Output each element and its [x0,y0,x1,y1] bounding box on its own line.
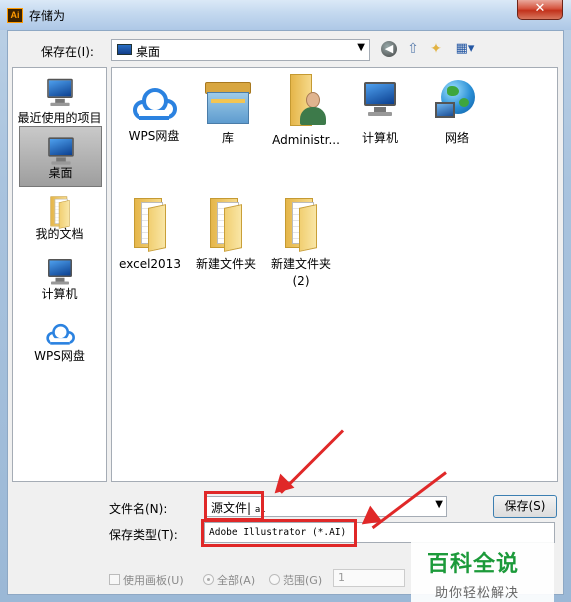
save-button[interactable]: 保存(S) [493,495,557,518]
use-artboards-checkbox[interactable]: 使用画板(U) [109,572,184,588]
computer-icon [45,258,75,285]
place-label: 最近使用的项目 [17,111,102,125]
chevron-down-icon[interactable]: ▼ [435,499,443,510]
place-label: 桌面 [48,166,73,180]
recent-items-icon [44,77,76,106]
file-item-label: 计算机 [361,131,398,145]
file-item-label: 网络 [444,131,469,145]
file-name-label: 文件名(N): [109,502,168,516]
up-folder-icon[interactable]: ⇧ [404,40,422,58]
new-folder-icon[interactable]: ✦ [427,40,445,58]
desktop-icon [45,136,77,165]
radio-circle [203,574,214,585]
user-folder-icon [284,74,328,128]
documents-icon [49,196,71,229]
folder-icon [208,198,244,252]
file-item-new-folder-2[interactable]: 新建文件夹 (2) [257,198,345,290]
computer-icon [360,80,400,126]
file-item-library[interactable]: 库 [184,82,272,147]
wps-cloud-icon [131,86,177,120]
file-item-label: 库 [221,131,234,145]
illustrator-app-icon: Ai [7,8,23,23]
place-recent-items[interactable]: 最近使用的项目 [13,74,106,126]
watermark-title: 百科全说 [427,552,520,577]
range-input[interactable]: 1 [333,569,405,587]
file-item-label-line2: (2) [292,274,310,288]
desktop-icon [117,44,132,55]
file-item-computer[interactable]: 计算机 [336,80,424,147]
places-bar: 最近使用的项目 桌面 我的文档 计算机 WPS网盘 [12,67,107,482]
window-title: 存储为 [29,9,66,23]
save-dialog: 保存在(I): 桌面 ▼ ◀ ⇧ ✦ ▦▾ 最近使用的项目 桌面 我的文档 计算… [7,30,564,602]
file-item-network[interactable]: 网络 [413,78,501,147]
file-type-label: 保存类型(T): [109,528,178,542]
chevron-down-icon: ▼ [357,42,365,53]
file-list: WPS网盘 库 Administr... 计算机 网络 excel2013 新建… [111,67,558,482]
watermark: 百科全说 助你轻松解决 [411,538,554,602]
save-in-value: 桌面 [136,45,161,59]
radio-all[interactable]: 全部(A) [203,572,255,588]
radio-circle [269,574,280,585]
folder-icon [132,198,168,252]
place-documents[interactable]: 我的文档 [13,190,106,242]
file-item-label: excel2013 [119,257,181,271]
file-item-excel2013[interactable]: excel2013 [106,198,194,273]
highlight-box-filetype [201,519,357,547]
file-item-label: 新建文件夹 [270,257,331,271]
wps-cloud-icon [45,323,75,345]
watermark-subtitle: 助你轻松解决 [435,586,520,601]
views-menu-icon[interactable]: ▦▾ [452,40,478,58]
title-bar: Ai 存储为 ✕ [0,0,571,30]
back-icon[interactable]: ◀ [381,41,397,57]
place-computer[interactable]: 计算机 [13,254,106,302]
save-in-label: 保存在(I): [41,45,94,59]
place-label: 计算机 [41,287,78,301]
place-desktop[interactable]: 桌面 [19,126,102,187]
highlight-box-filename [204,491,264,521]
place-label: WPS网盘 [34,349,85,363]
save-in-dropdown[interactable]: 桌面 ▼ [111,39,370,61]
radio-range[interactable]: 范围(G) [269,572,322,588]
checkbox-box [109,574,120,585]
close-button[interactable]: ✕ [517,0,563,20]
library-icon [205,82,251,126]
place-wps-cloud[interactable]: WPS网盘 [13,318,106,364]
network-icon [435,78,479,126]
folder-icon [283,198,319,252]
